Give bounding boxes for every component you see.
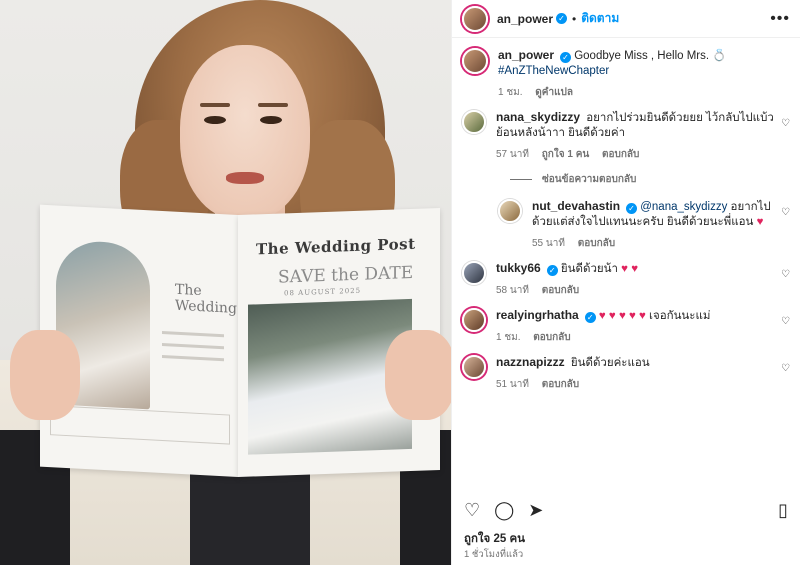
comment-likes[interactable]: ถูกใจ 1 คน xyxy=(542,149,590,160)
heart-emoji-icon: ♥ xyxy=(756,216,764,228)
reply-button[interactable]: ตอบกลับ xyxy=(578,238,615,249)
comment-time: 57 นาที xyxy=(496,149,529,160)
comment-username[interactable]: nana_skydizzy xyxy=(496,110,580,124)
paper-headline: SAVE the DATE xyxy=(278,262,414,288)
header-username[interactable]: an_power xyxy=(497,12,553,26)
share-icon[interactable]: ➤ xyxy=(528,500,543,521)
avatar[interactable] xyxy=(462,261,486,285)
verified-icon: ✓ xyxy=(546,265,558,276)
comment-username[interactable]: realyingrhatha xyxy=(496,308,579,322)
comment-text: ยินดีด้วยค่ะแอน xyxy=(570,357,650,369)
caption-time: 1 ชม. xyxy=(498,87,523,98)
comment-time: 1 ชม. xyxy=(496,332,521,343)
heart-emoji-icon: ♥ ♥ ♥ ♥ ♥ xyxy=(598,310,646,322)
heart-icon[interactable]: ♡ xyxy=(781,207,790,218)
caption-hashtag[interactable]: #AnZTheNewChapter xyxy=(498,65,609,77)
more-icon[interactable]: ••• xyxy=(770,10,790,28)
action-bar: ♡ ◯ ➤ ▯ xyxy=(464,498,788,522)
comment-icon[interactable]: ◯ xyxy=(494,500,514,521)
caption-text: Goodbye Miss , Hello Mrs. 💍 xyxy=(574,50,727,62)
avatar[interactable] xyxy=(462,308,486,332)
hide-replies-button[interactable]: ซ่อนข้อความตอบกลับ xyxy=(510,172,790,187)
comments-list[interactable]: an_power ✓ Goodbye Miss , Hello Mrs. 💍 #A… xyxy=(452,38,800,490)
avatar[interactable] xyxy=(462,48,488,74)
comment: nazznapizzz ยินดีด้วยค่ะแอน 51 นาที ตอบก… xyxy=(462,355,790,392)
post-header: an_power ✓ • ติดตาม ••• xyxy=(452,0,800,38)
verified-icon: ✓ xyxy=(560,52,572,63)
caption-username[interactable]: an_power xyxy=(498,48,554,62)
mention-link[interactable]: @nana_skydizzy xyxy=(640,201,727,213)
translate-link[interactable]: ดูคำแปล xyxy=(535,87,573,98)
hand-left xyxy=(10,330,80,420)
paper-subline: 08 AUGUST 2025 xyxy=(284,286,362,298)
heart-icon[interactable]: ♡ xyxy=(781,316,790,327)
reply-button[interactable]: ตอบกลับ xyxy=(533,332,570,343)
verified-icon: ✓ xyxy=(584,312,596,323)
bookmark-icon[interactable]: ▯ xyxy=(778,500,788,521)
photo-face xyxy=(180,45,310,220)
verified-icon: ✓ xyxy=(626,203,638,214)
follow-button[interactable]: ติดตาม xyxy=(581,9,619,28)
post-dialog: The Wedding The Wedding Post SAVE the DA… xyxy=(0,0,800,565)
comment-time: 58 นาที xyxy=(496,285,529,296)
comment-username[interactable]: nut_devahastin xyxy=(532,199,620,213)
avatar[interactable] xyxy=(498,199,522,223)
heart-emoji-icon: ♥ ♥ xyxy=(621,263,639,275)
heart-icon[interactable]: ♡ xyxy=(464,500,480,521)
comment-time: 55 นาที xyxy=(532,238,565,249)
likes-count[interactable]: ถูกใจ 25 คน xyxy=(464,530,525,548)
caption: an_power ✓ Goodbye Miss , Hello Mrs. 💍 #A… xyxy=(462,48,790,100)
avatar[interactable] xyxy=(462,110,486,134)
posted-time: 1 ชั่วโมงที่แล้ว xyxy=(464,549,524,560)
reply-comment: nut_devahastin ✓ @nana_skydizzy อยากไปด้ว… xyxy=(498,199,790,251)
paper-title: The Wedding Post xyxy=(256,234,416,259)
hand-right xyxy=(385,330,451,420)
reply-button[interactable]: ตอบกลับ xyxy=(542,379,579,390)
post-photo: The Wedding The Wedding Post SAVE the DA… xyxy=(0,0,451,565)
comment-text: ยินดีด้วยน้า xyxy=(560,263,618,275)
reply-button[interactable]: ตอบกลับ xyxy=(602,149,639,160)
comment-time: 51 นาที xyxy=(496,379,529,390)
avatar[interactable] xyxy=(462,5,488,32)
comment: tukky66 ✓ ยินดีด้วยน้า ♥ ♥ 58 นาที ตอบกลั… xyxy=(462,261,790,298)
newspaper: The Wedding The Wedding Post SAVE the DA… xyxy=(40,204,440,478)
verified-icon: ✓ xyxy=(556,13,568,24)
comment: nana_skydizzy อยากไปร่วมยินดีด้วยยย ไว้ก… xyxy=(462,110,790,162)
paper-left-word: The Wedding xyxy=(175,281,237,317)
heart-icon[interactable]: ♡ xyxy=(781,269,790,280)
comment-username[interactable]: nazznapizzz xyxy=(496,355,565,369)
reply-button[interactable]: ตอบกลับ xyxy=(542,285,579,296)
post-sidebar: an_power ✓ • ติดตาม ••• an_power ✓ Goodby… xyxy=(451,0,800,565)
comment-username[interactable]: tukky66 xyxy=(496,261,541,275)
comment-text: เจอกันนะแม่ xyxy=(649,310,711,322)
avatar[interactable] xyxy=(462,355,486,379)
heart-icon[interactable]: ♡ xyxy=(781,118,790,129)
heart-icon[interactable]: ♡ xyxy=(781,363,790,374)
comment: realyingrhatha ✓ ♥ ♥ ♥ ♥ ♥ เจอกันนะแม่ 1 … xyxy=(462,308,790,345)
